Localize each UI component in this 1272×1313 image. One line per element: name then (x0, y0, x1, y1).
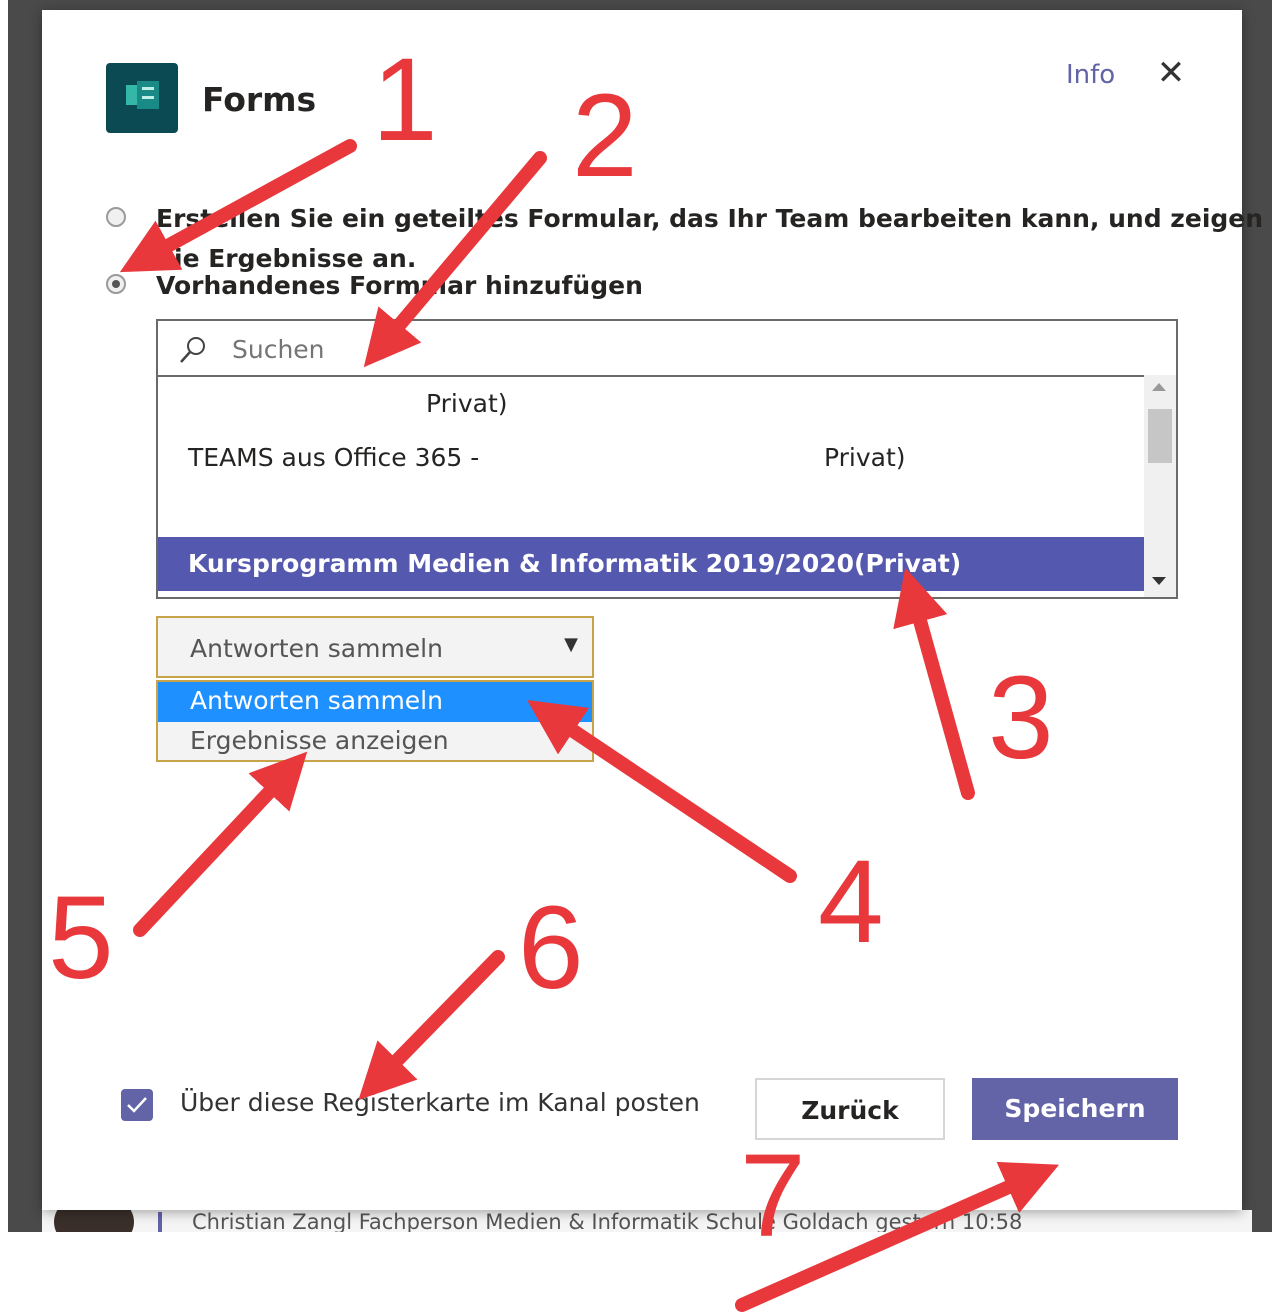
form-list-item[interactable]: Privat) (158, 377, 1144, 431)
search-icon (180, 337, 205, 363)
option-create-label: Erstellen Sie ein geteiltes Formular, da… (156, 204, 1264, 233)
avatar (54, 1210, 134, 1232)
scroll-up-icon[interactable] (1152, 383, 1166, 391)
form-list-item[interactable]: TEAMS aus Office 365 - Privat) (158, 431, 1144, 485)
form-list-item-label: TEAMS aus Office 365 - (188, 443, 480, 472)
option-existing-label: Vorhandenes Formular hinzufügen (156, 271, 643, 300)
form-list-item-selected[interactable]: Kursprogramm Medien & Informatik 2019/20… (158, 537, 1144, 591)
mode-option-collect[interactable]: Antworten sammeln (158, 682, 592, 722)
message-accent-bar (158, 1212, 162, 1232)
post-to-channel-checkbox[interactable] (121, 1089, 153, 1121)
form-list-item-suffix: Privat) (824, 443, 906, 472)
search-input[interactable] (230, 329, 1134, 369)
mode-select-dropdown: Antworten sammeln Ergebnisse anzeigen (156, 680, 594, 762)
list-scrollbar[interactable] (1144, 375, 1176, 597)
radio-create-shared-form[interactable] (106, 207, 126, 227)
save-button[interactable]: Speichern (972, 1078, 1178, 1140)
background-message-strip: Christian Zangl Fachperson Medien & Info… (42, 1210, 1252, 1232)
form-list-item-label: Privat) (426, 389, 508, 418)
post-to-channel-label: Über diese Registerkarte im Kanal posten (180, 1088, 700, 1117)
mode-option-results[interactable]: Ergebnisse anzeigen (158, 722, 592, 762)
app-title: Forms (202, 80, 317, 119)
forms-app-icon (106, 63, 178, 133)
search-row (158, 321, 1176, 377)
chevron-down-icon: ▼ (564, 634, 578, 655)
message-preview: Christian Zangl Fachperson Medien & Info… (192, 1210, 1023, 1232)
form-list-item[interactable] (158, 485, 1144, 539)
mode-select-value: Antworten sammeln (190, 634, 443, 663)
close-icon[interactable]: ✕ (1154, 56, 1188, 90)
form-picker: Privat) TEAMS aus Office 365 - Privat) K… (156, 319, 1178, 599)
mode-select[interactable]: Antworten sammeln ▼ (156, 616, 594, 678)
back-button[interactable]: Zurück (755, 1078, 945, 1140)
radio-add-existing-form[interactable] (106, 274, 126, 294)
info-link[interactable]: Info (1066, 60, 1115, 90)
checkmark-icon (127, 1097, 147, 1113)
scroll-thumb[interactable] (1148, 409, 1172, 463)
scroll-down-icon[interactable] (1152, 577, 1166, 585)
form-list-item-label: Kursprogramm Medien & Informatik 2019/20… (188, 549, 962, 578)
forms-tab-dialog (42, 10, 1242, 1210)
